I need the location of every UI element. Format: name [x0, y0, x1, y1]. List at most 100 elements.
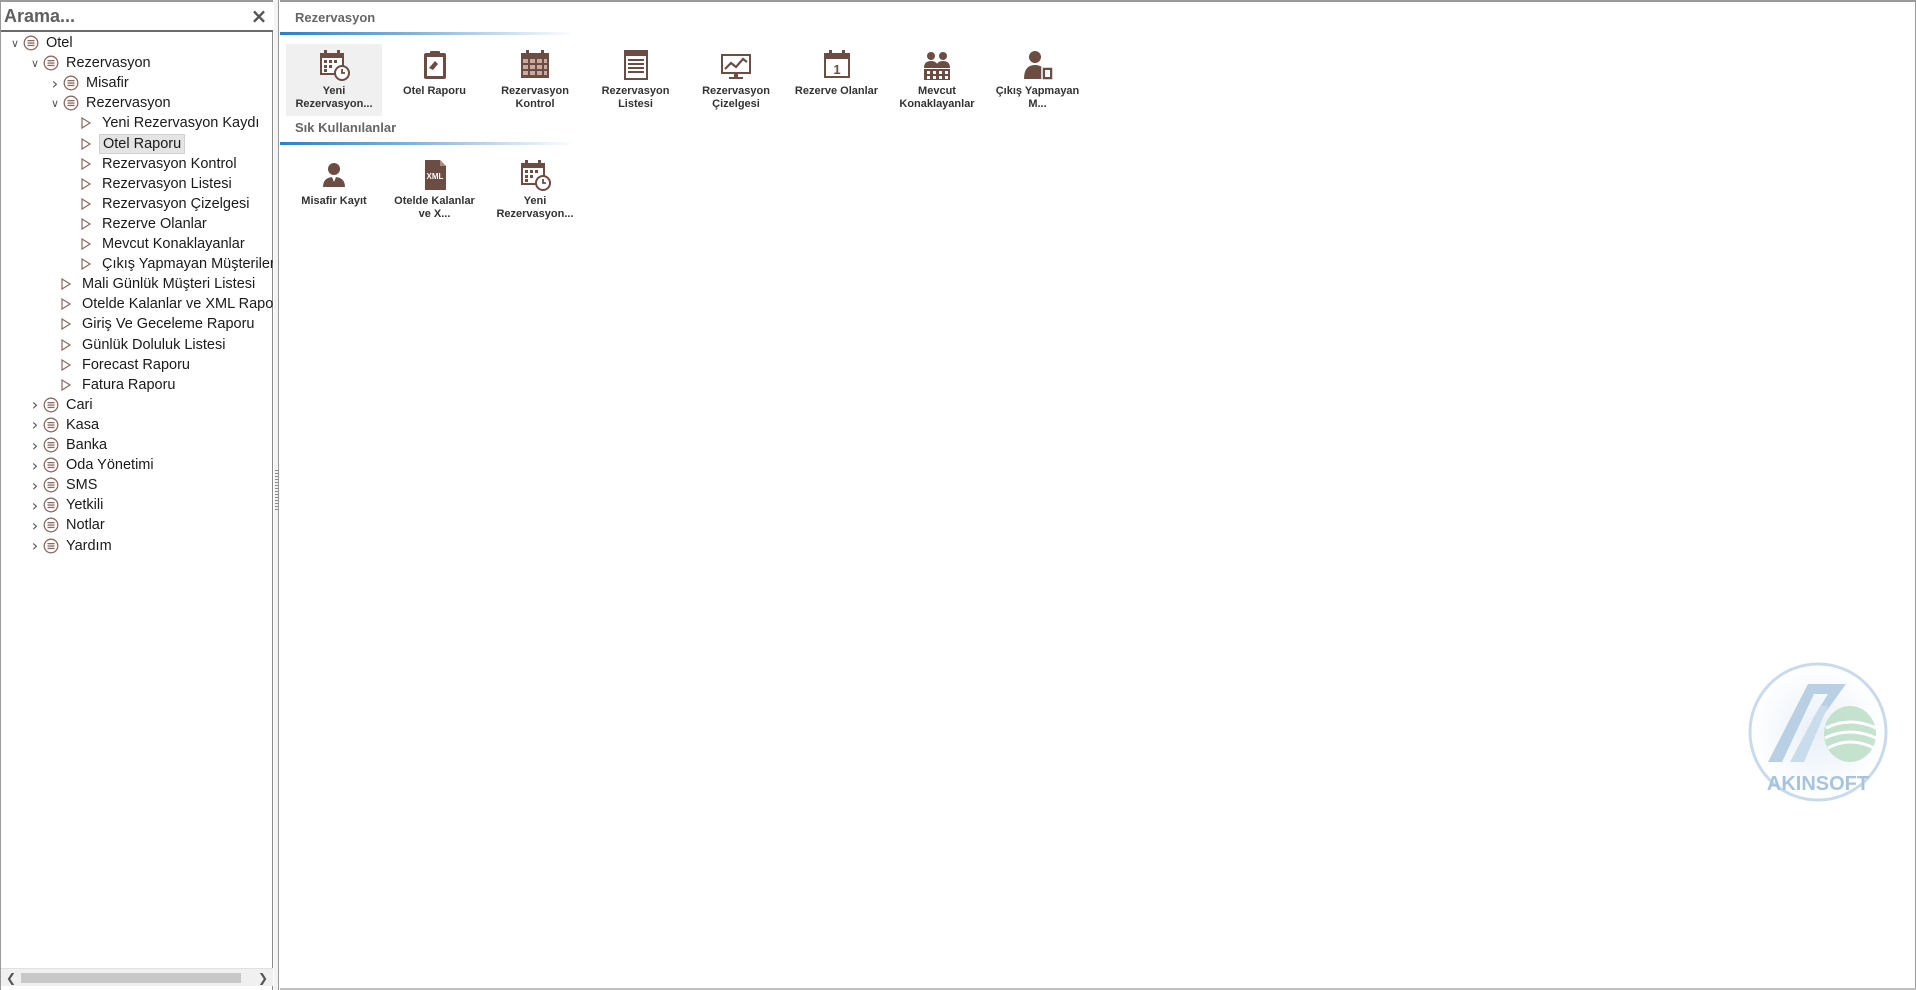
shortcut-tile[interactable]: Rezervasyon Kontrol — [487, 44, 583, 116]
tree-item[interactable]: Mevcut Konaklayanlar — [79, 234, 248, 254]
chevron-right-icon[interactable]: › — [27, 395, 43, 415]
tile-label: Çıkış Yapmayan M... — [995, 85, 1080, 110]
tree-item-label: Rezervasyon Çizelgesi — [102, 195, 250, 212]
tree-item[interactable]: Otelde Kalanlar ve XML Raporu — [59, 294, 273, 314]
shortcut-tile[interactable]: Rezervasyon Listesi — [588, 44, 684, 116]
group-divider — [280, 32, 575, 35]
shortcut-tile[interactable]: Yeni Rezervasyon... — [487, 154, 583, 226]
tree-item[interactable]: Rezervasyon Kontrol — [79, 154, 240, 174]
scrollbar-thumb[interactable] — [21, 973, 241, 983]
tree-item-label: Mevcut Konaklayanlar — [102, 236, 245, 252]
tile-label: Yeni Rezervasyon... — [295, 85, 373, 110]
tile-label: Misafir Kayıt — [301, 195, 367, 207]
triangle-right-icon — [59, 338, 73, 352]
triangle-right-icon — [59, 297, 73, 311]
tree-item-label: Forecast Raporu — [82, 356, 190, 373]
chevron-right-icon[interactable]: › — [47, 73, 63, 93]
tree-item[interactable]: › Yetkili — [27, 495, 106, 515]
tree-item-label: Rezervasyon — [86, 95, 171, 112]
tree-item-label: Yardım — [66, 537, 112, 554]
tree-item[interactable]: Yeni Rezervasyon Kaydı — [79, 113, 262, 133]
tile-label: Rezervasyon Listesi — [601, 85, 670, 110]
shortcut-tile[interactable]: Yeni Rezervasyon... — [286, 44, 382, 116]
triangle-right-icon — [79, 177, 93, 191]
tree-item[interactable]: Giriş Ve Geceleme Raporu — [59, 314, 257, 334]
tree-item[interactable]: Otel Raporu — [79, 133, 186, 154]
tree-item-label: Mali Günlük Müşteri Listesi — [82, 276, 256, 293]
tree-item[interactable]: ∨ Rezervasyon — [27, 53, 154, 73]
tree-item-label: Otel — [46, 35, 73, 51]
grid-calendar-icon — [487, 48, 583, 82]
module-icon — [43, 457, 59, 473]
triangle-right-icon — [79, 257, 93, 271]
tree-item[interactable]: Rezervasyon Çizelgesi — [79, 194, 252, 214]
scroll-right-icon[interactable]: ❯ — [255, 969, 271, 987]
tree-item-label: Yetkili — [66, 497, 104, 514]
tree-item[interactable]: › Cari — [27, 395, 96, 415]
triangle-right-icon — [59, 277, 73, 291]
shortcut-tile[interactable]: Çıkış Yapmayan M... — [990, 44, 1086, 116]
group-title: Sık Kullanılanlar — [295, 120, 397, 135]
module-icon — [43, 437, 59, 453]
shortcut-tile[interactable]: 1 Rezerve Olanlar — [789, 44, 885, 116]
shortcut-tile[interactable]: XML Otelde Kalanlar ve X... — [387, 154, 483, 226]
module-icon — [63, 75, 79, 91]
tree-item[interactable]: › SMS — [27, 475, 100, 495]
svg-text:1: 1 — [833, 62, 840, 77]
tree-item-label: Rezervasyon — [66, 55, 151, 72]
chevron-right-icon[interactable]: › — [27, 415, 43, 435]
chevron-right-icon[interactable]: › — [27, 495, 43, 515]
tree-item[interactable]: › Kasa — [27, 415, 102, 435]
tile-label: Mevcut Konaklayanlar — [899, 85, 975, 110]
chevron-down-icon[interactable]: ∨ — [7, 33, 23, 53]
tree-item-label: Cari — [66, 396, 93, 413]
main-content: AKINSOFT Rezervasyon Yeni Rezervasyon... O… — [280, 0, 1916, 990]
tree-item[interactable]: Çıkış Yapmayan Müşteriler — [79, 254, 273, 274]
horizontal-scrollbar[interactable]: ❮ ❯ — [1, 968, 273, 986]
search-input[interactable] — [4, 4, 244, 29]
close-icon[interactable]: × — [249, 6, 269, 26]
tree-item-label: Kasa — [66, 416, 100, 433]
tree-item[interactable]: Rezervasyon Listesi — [79, 174, 235, 194]
splitter-grip-icon[interactable] — [275, 470, 278, 510]
tree-item-label: Oda Yönetimi — [66, 457, 154, 474]
shortcut-tile[interactable]: Rezervasyon Çizelgesi — [688, 44, 784, 116]
people-building-icon — [889, 48, 985, 82]
clipboard-icon — [387, 48, 483, 82]
module-icon — [43, 538, 59, 554]
tree-item[interactable]: › Notlar — [27, 515, 108, 535]
chevron-right-icon[interactable]: › — [27, 475, 43, 495]
tree-item[interactable]: Forecast Raporu — [59, 355, 193, 375]
module-icon — [43, 477, 59, 493]
chevron-right-icon[interactable]: › — [27, 536, 43, 556]
shortcut-tile[interactable]: Mevcut Konaklayanlar — [889, 44, 985, 116]
navigation-panel: × ∨Otel∨Rezervasyon›Misafir∨RezervasyonY… — [0, 0, 273, 990]
tree-item[interactable]: ∨ Rezervasyon — [47, 93, 174, 113]
chevron-right-icon[interactable]: › — [27, 435, 43, 455]
chevron-right-icon[interactable]: › — [27, 455, 43, 475]
chevron-down-icon[interactable]: ∨ — [47, 93, 63, 113]
tree-item[interactable]: Rezerve Olanlar — [79, 214, 210, 234]
list-document-icon — [588, 48, 684, 82]
tree-item[interactable]: › Banka — [27, 435, 110, 455]
tree-item[interactable]: ∨ Otel — [7, 33, 76, 53]
tree-item[interactable]: Günlük Doluluk Listesi — [59, 335, 228, 355]
scroll-left-icon[interactable]: ❮ — [3, 969, 19, 987]
triangle-right-icon — [79, 116, 93, 130]
tree-item[interactable]: › Oda Yönetimi — [27, 455, 157, 475]
tree-item-label: Giriş Ve Geceleme Raporu — [82, 316, 255, 333]
chevron-down-icon[interactable]: ∨ — [27, 53, 43, 73]
tree-item[interactable]: Mali Günlük Müşteri Listesi — [59, 274, 258, 294]
shortcut-tile[interactable]: Misafir Kayıt — [286, 154, 382, 226]
triangle-right-icon — [79, 237, 93, 251]
panel-splitter[interactable] — [274, 0, 279, 990]
tile-label: Rezerve Olanlar — [794, 85, 879, 97]
calendar-clock-icon — [286, 48, 382, 82]
group-title: Rezervasyon — [295, 10, 376, 25]
tree-item[interactable]: Fatura Raporu — [59, 375, 179, 395]
tree-item[interactable]: › Misafir — [47, 73, 132, 93]
chevron-right-icon[interactable]: › — [27, 515, 43, 535]
tree-item[interactable]: › Yardım — [27, 536, 115, 556]
group-divider — [280, 142, 575, 145]
shortcut-tile[interactable]: Otel Raporu — [387, 44, 483, 116]
